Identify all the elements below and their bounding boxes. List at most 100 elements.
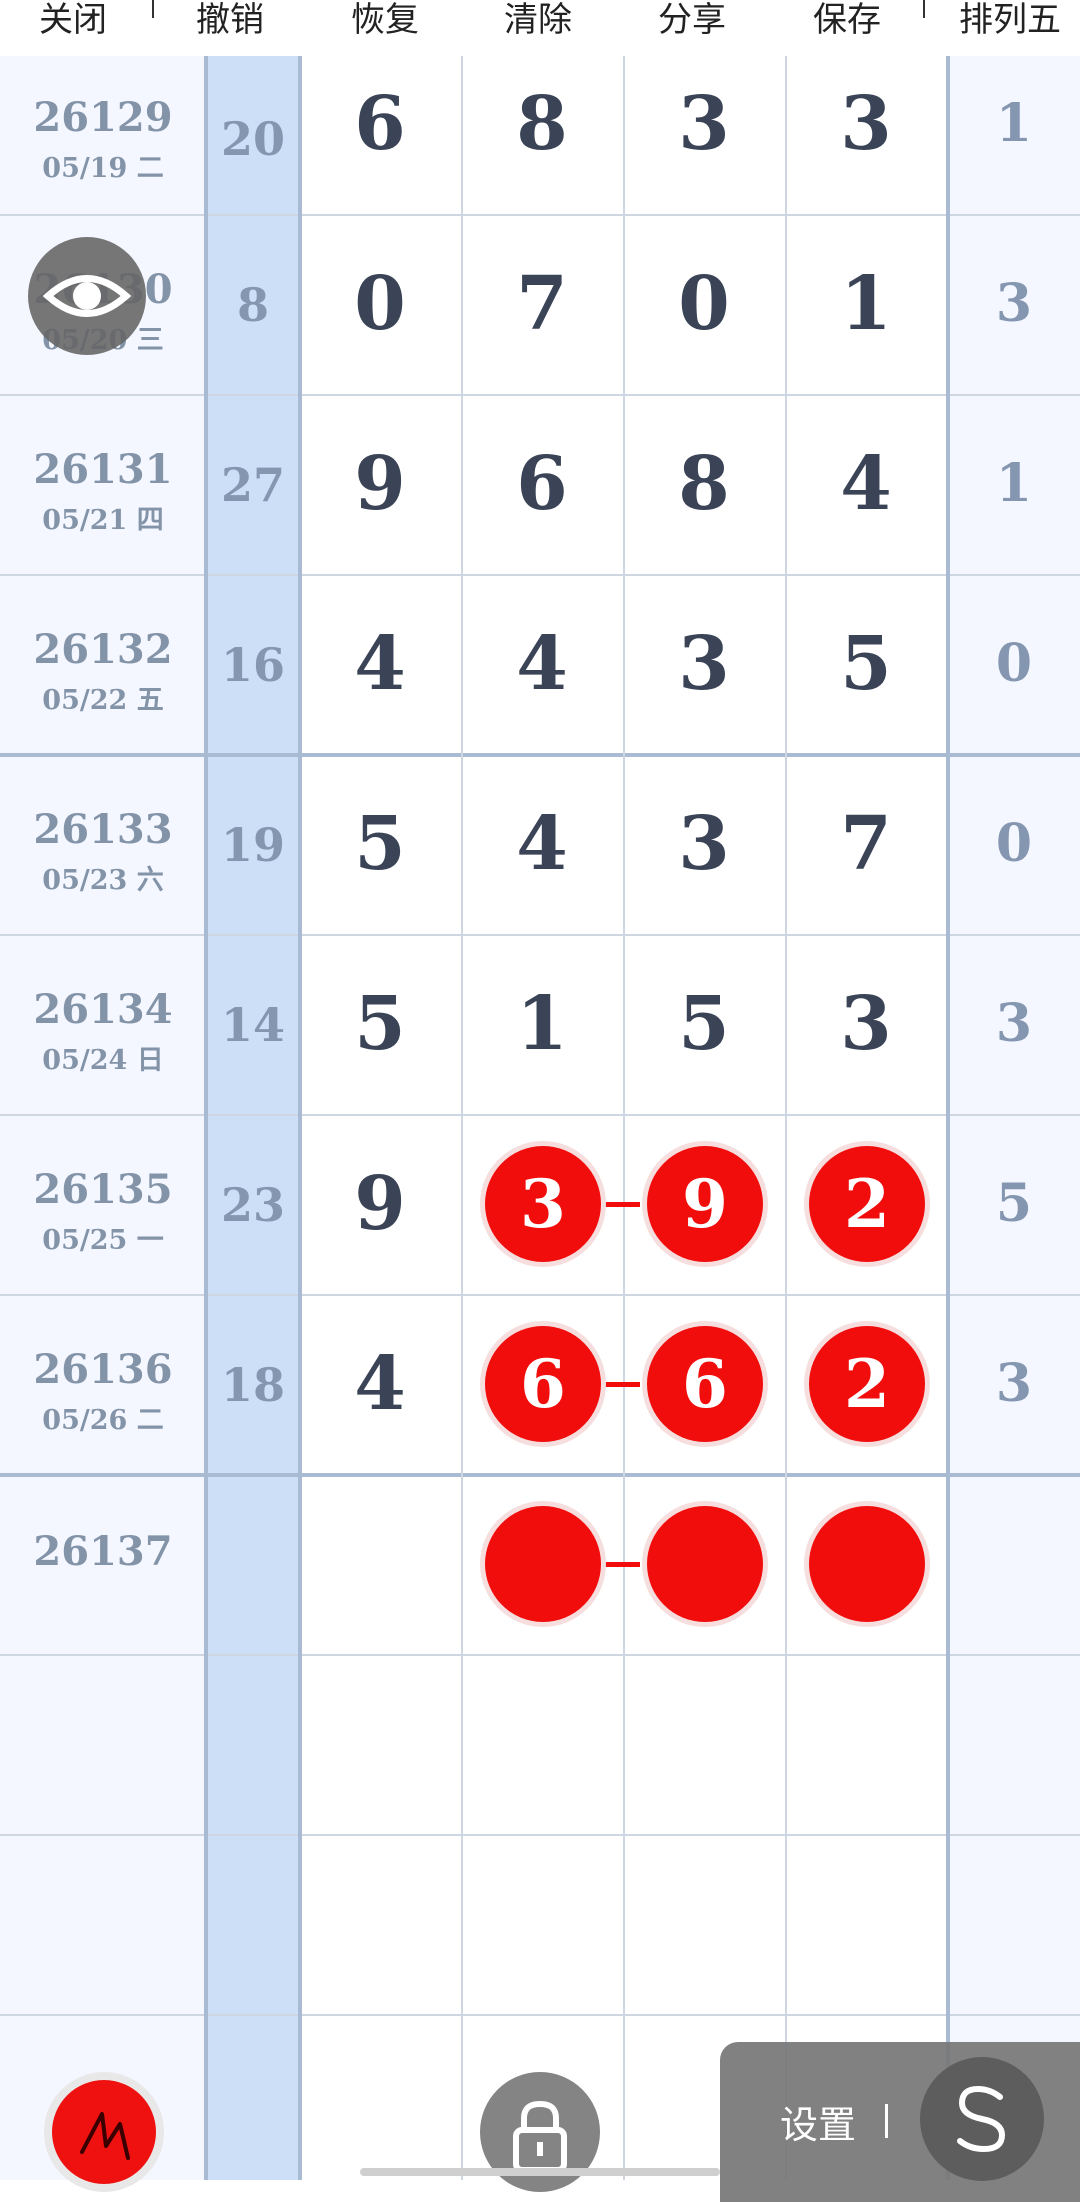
rank-five-value: 3 [995,1353,1033,1414]
toolbar-divider [152,0,154,18]
table-row: 26136 05/26 二 18 4 6 6 2 3 [0,1294,1080,1474]
issue-date: 05/24 日 [42,1045,164,1076]
issue-number: 26131 [33,446,173,493]
digit-cell[interactable]: 8 [624,394,784,574]
draw-chart-grid[interactable]: 26129 05/19 二 20 6 8 3 3 1 26130 05/20 三… [0,56,1080,2180]
redo-button[interactable]: 恢复 [320,0,450,50]
sum-value: 27 [220,458,285,512]
ball-connector [604,1202,640,1207]
table-row: 26137 [0,1474,1080,1654]
rank-five-value: 0 [995,633,1033,694]
red-ball[interactable]: 6 [485,1326,601,1442]
digit-cell[interactable]: 6 [300,34,460,214]
digit-cell[interactable]: 1 [786,214,946,394]
settings-panel[interactable]: 设置 [720,2042,1080,2202]
top-toolbar: 关闭 撤销 恢复 清除 分享 保存 排列五 [0,0,1080,56]
settings-label[interactable]: 设置 [780,2094,856,2149]
share-button[interactable]: 分享 [627,0,757,50]
issue-date: 05/22 五 [42,685,164,716]
row-divider [0,1654,1080,1656]
issue-date: 05/25 一 [42,1225,164,1256]
digit-cell[interactable]: 6 [462,394,622,574]
issue-number: 26134 [33,986,173,1033]
clear-button[interactable]: 清除 [473,0,603,50]
digit-cell[interactable]: 5 [300,934,460,1114]
issue-date: 05/23 六 [42,865,164,896]
digit-cell[interactable]: 9 [300,394,460,574]
digit-cell[interactable]: 0 [624,214,784,394]
eye-toggle-button[interactable] [28,237,146,355]
red-ball[interactable]: 9 [647,1146,763,1262]
issue-number: 26133 [33,806,173,853]
toolbar-divider [923,0,925,18]
digit-cell[interactable]: 7 [462,214,622,394]
table-row: 26134 05/24 日 14 5 1 5 3 3 [0,934,1080,1114]
table-row: 26129 05/19 二 20 6 8 3 3 1 [0,34,1080,214]
digit-cell[interactable]: 1 [462,934,622,1114]
red-ball-empty[interactable] [809,1506,925,1622]
digit-cell[interactable]: 3 [786,34,946,214]
s-logo-icon [957,2085,1006,2153]
undo-button[interactable]: 撤销 [165,0,295,50]
red-ball[interactable]: 6 [647,1326,763,1442]
digit-cell[interactable]: 4 [462,574,622,754]
digit-cell[interactable]: 8 [462,34,622,214]
s-logo-button[interactable] [920,2057,1044,2181]
home-indicator[interactable] [360,2168,720,2176]
pen-icon [80,2112,130,2160]
draw-mode-button[interactable] [44,2072,164,2192]
ball-connector [604,1562,640,1567]
sum-value: 8 [236,278,269,332]
settings-divider [885,2104,888,2138]
digit-cell[interactable]: 5 [300,754,460,934]
digit-cell[interactable]: 3 [624,754,784,934]
rank-five-tab[interactable]: 排列五 [940,0,1080,50]
digit-cell[interactable]: 4 [300,574,460,754]
rank-five-value: 1 [995,93,1033,154]
digit-cell[interactable]: 0 [300,214,460,394]
issue-number: 26137 [33,1528,173,1575]
save-button[interactable]: 保存 [782,0,912,50]
digit-cell[interactable]: 7 [786,754,946,934]
sum-value: 23 [220,1178,285,1232]
issue-number: 26132 [33,626,173,673]
digit-cell[interactable]: 5 [786,574,946,754]
issue-date: 05/19 二 [42,153,164,184]
digit-cell[interactable]: 9 [300,1114,460,1294]
rank-five-value: 3 [995,273,1033,334]
red-ball-empty[interactable] [647,1506,763,1622]
close-button[interactable]: 关闭 [8,0,138,50]
red-ball[interactable]: 2 [809,1326,925,1442]
table-row: 26131 05/21 四 27 9 6 8 4 1 [0,394,1080,574]
rank-five-value: 3 [995,993,1033,1054]
issue-number: 26136 [33,1346,173,1393]
issue-number: 26135 [33,1166,173,1213]
row-divider [0,2014,1080,2016]
red-ball-empty[interactable] [485,1506,601,1622]
issue-number: 26129 [33,94,173,141]
digit-cell[interactable]: 3 [624,574,784,754]
sum-value: 19 [220,818,285,872]
digit-cell[interactable]: 4 [786,394,946,574]
red-ball[interactable]: 2 [809,1146,925,1262]
table-row: 26132 05/22 五 16 4 4 3 5 0 [0,574,1080,754]
ball-connector [604,1382,640,1387]
sum-value: 14 [220,998,285,1052]
table-row: 26130 05/20 三 8 0 7 0 1 3 [0,214,1080,394]
red-ball[interactable]: 3 [485,1146,601,1262]
digit-cell[interactable]: 3 [786,934,946,1114]
sum-value: 16 [220,638,285,692]
sum-value: 18 [220,1358,285,1412]
digit-cell[interactable]: 4 [462,754,622,934]
digit-cell[interactable]: 5 [624,934,784,1114]
rank-five-value: 1 [995,453,1033,514]
pen-button-face [52,2080,156,2184]
digit-cell[interactable]: 3 [624,34,784,214]
issue-date: 05/26 二 [42,1405,164,1436]
rank-five-value: 5 [995,1173,1033,1234]
digit-cell[interactable]: 4 [300,1294,460,1474]
table-row: 26133 05/23 六 19 5 4 3 7 0 [0,754,1080,934]
table-row: 26135 05/25 一 23 9 3 9 2 5 [0,1114,1080,1294]
row-divider [0,1834,1080,1836]
rank-five-value: 0 [995,813,1033,874]
